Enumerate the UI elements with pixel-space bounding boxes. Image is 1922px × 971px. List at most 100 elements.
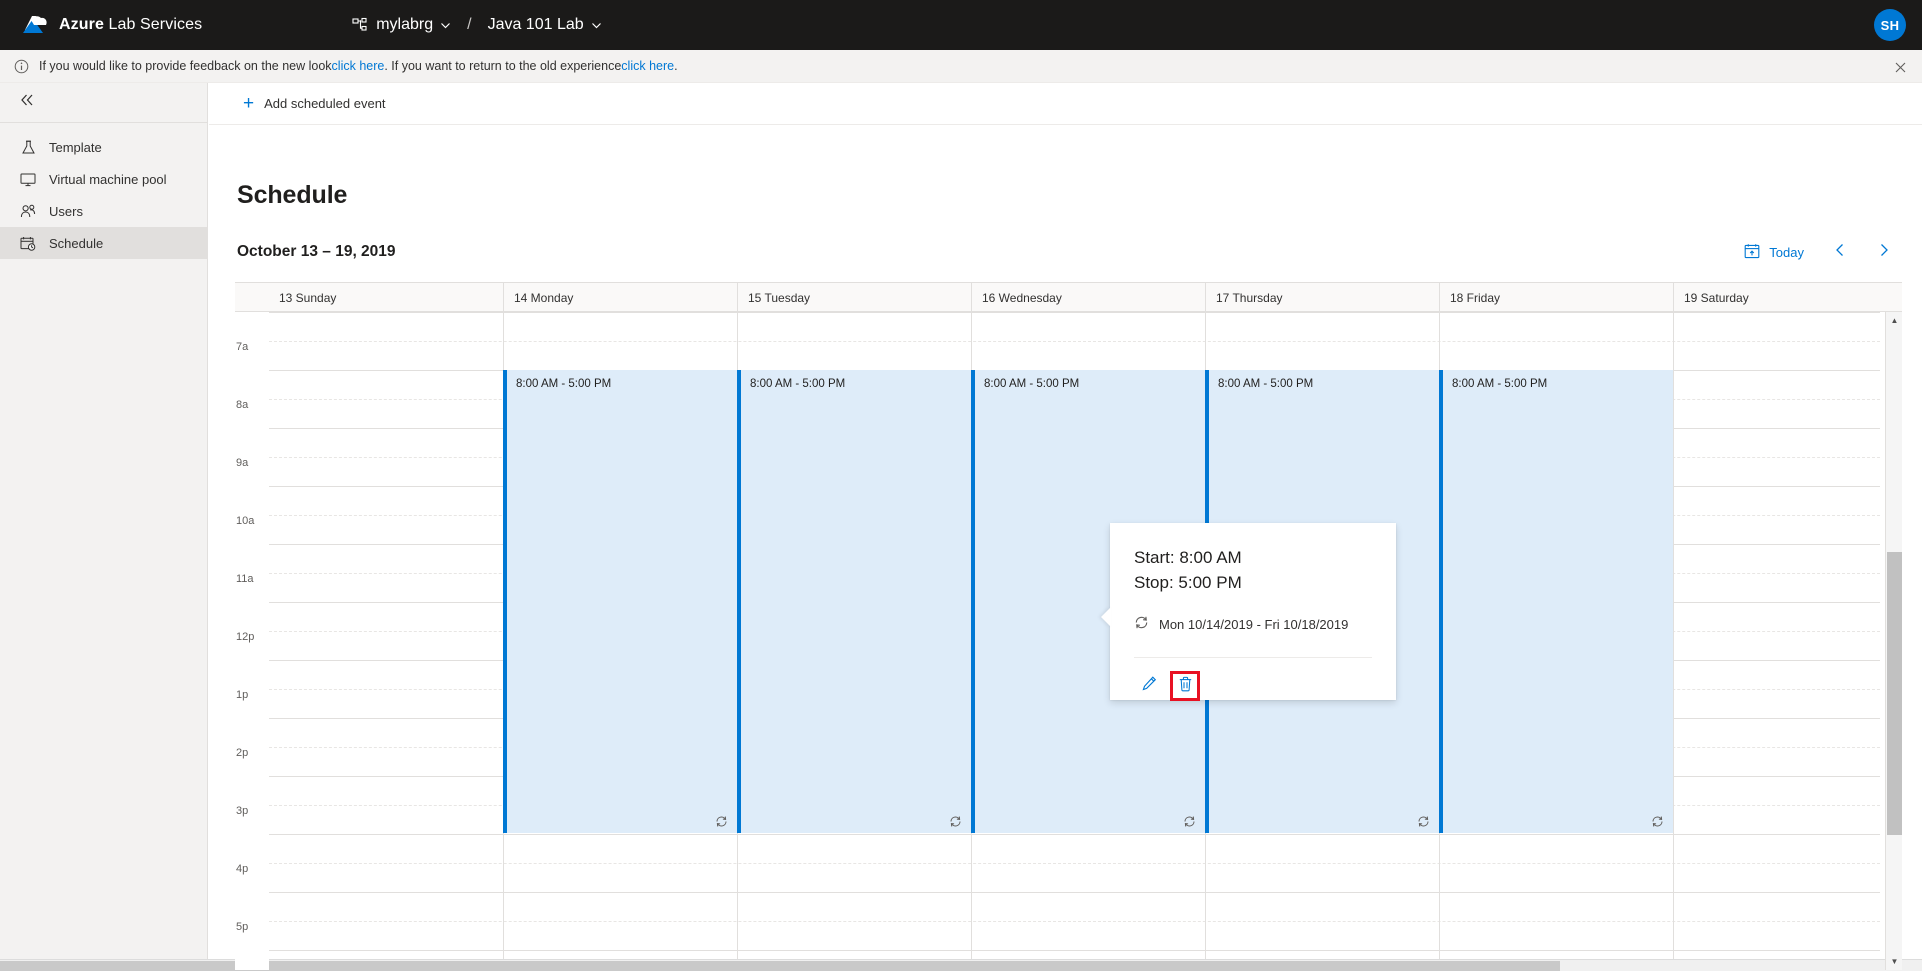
next-week-button[interactable] (1868, 236, 1900, 268)
flask-icon (19, 140, 37, 155)
calendar-day-headers: 13 Sunday 14 Monday 15 Tuesday 16 Wednes… (235, 283, 1902, 312)
sidebar-item-schedule[interactable]: Schedule (0, 227, 207, 259)
day-header-saturday[interactable]: 19 Saturday (1673, 283, 1907, 312)
brand-title-bold: Azure (59, 16, 104, 33)
today-button-label: Today (1769, 245, 1804, 260)
time-label: 11a (236, 573, 254, 585)
event-time-label: 8:00 AM - 5:00 PM (507, 370, 737, 390)
day-header-tuesday[interactable]: 15 Tuesday (737, 283, 971, 312)
day-header-thursday[interactable]: 17 Thursday (1205, 283, 1439, 312)
time-label: 5p (236, 921, 248, 933)
date-nav-controls: Today (1736, 236, 1900, 268)
scheduled-event-block[interactable]: 8:00 AM - 5:00 PM (737, 370, 971, 833)
time-label: 10a (236, 515, 254, 527)
breadcrumb: mylabrg / Java 101 Lab (352, 16, 601, 34)
date-navigation-row: October 13 – 19, 2019 Today (237, 236, 1900, 268)
breadcrumb-resource-group[interactable]: mylabrg (352, 16, 451, 34)
notification-text-2: . If you want to return to the old exper… (384, 59, 621, 73)
callout-divider (1134, 657, 1372, 658)
calendar-vertical-scrollbar[interactable]: ▲ ▼ (1885, 312, 1902, 970)
recurrence-icon (1651, 815, 1664, 828)
sidebar-item-label: Users (49, 204, 83, 219)
info-circle-icon (14, 59, 29, 74)
scroll-up-arrow-icon[interactable]: ▲ (1886, 312, 1902, 329)
close-icon[interactable] (1892, 59, 1908, 75)
today-button[interactable]: Today (1736, 238, 1812, 267)
chevron-down-icon (591, 20, 602, 31)
callout-recurrence-row: Mon 10/14/2019 - Fri 10/18/2019 (1134, 615, 1372, 633)
recurrence-icon (715, 815, 728, 828)
top-header-bar: Azure Lab Services mylabrg / Java 101 La… (0, 0, 1922, 50)
time-label: 1p (236, 689, 248, 701)
brand-title: Azure Lab Services (59, 16, 202, 34)
day-header-sunday[interactable]: 13 Sunday (269, 283, 503, 312)
page-horizontal-scrollbar[interactable] (0, 959, 1922, 971)
sidebar-item-label: Schedule (49, 236, 103, 251)
add-scheduled-event-label: Add scheduled event (264, 96, 385, 111)
time-label: 3p (236, 805, 248, 817)
notification-link-2[interactable]: click here (621, 59, 674, 73)
callout-stop-time: Stop: 5:00 PM (1134, 570, 1372, 595)
date-range-label: October 13 – 19, 2019 (237, 243, 396, 261)
scheduled-event-block[interactable]: 8:00 AM - 5:00 PM (1439, 370, 1673, 833)
event-details-callout: Start: 8:00 AM Stop: 5:00 PM Mon 10/14/2… (1110, 523, 1396, 700)
chevron-down-icon (440, 20, 451, 31)
main-content: + Add scheduled event Schedule October 1… (209, 83, 1922, 971)
time-label: 9a (236, 457, 248, 469)
page-scrollbar-thumb[interactable] (0, 961, 1560, 971)
time-label: 2p (236, 747, 248, 759)
sidebar-collapse-button[interactable] (0, 83, 207, 123)
notification-text-3: . (674, 59, 677, 73)
azure-cloud-logo-icon (22, 14, 48, 36)
plus-icon: + (243, 94, 254, 113)
sidebar-item-users[interactable]: Users (0, 195, 207, 227)
callout-action-buttons (1134, 671, 1372, 701)
scrollbar-thumb[interactable] (1887, 552, 1902, 835)
callout-start-time: Start: 8:00 AM (1134, 545, 1372, 570)
calendar-week-view: 13 Sunday 14 Monday 15 Tuesday 16 Wednes… (235, 282, 1902, 970)
delete-event-button[interactable] (1170, 671, 1200, 701)
users-icon (19, 204, 37, 219)
calendar-clock-icon (19, 236, 37, 251)
brand-logo-area[interactable]: Azure Lab Services (22, 14, 202, 36)
scroll-down-arrow-icon[interactable]: ▼ (1886, 953, 1902, 970)
resource-group-icon (352, 17, 368, 33)
chevron-left-icon (1833, 242, 1847, 263)
time-label: 12p (236, 631, 254, 643)
time-gutter: 7a 8a 9a 10a 11a 12p 1p 2p 3p 4p 5p 6p (235, 312, 269, 970)
sidebar-item-virtual-machine-pool[interactable]: Virtual machine pool (0, 163, 207, 195)
recurrence-icon (1134, 615, 1149, 633)
day-header-wednesday[interactable]: 16 Wednesday (971, 283, 1205, 312)
chevron-right-icon (1877, 242, 1891, 263)
event-time-label: 8:00 AM - 5:00 PM (741, 370, 971, 390)
breadcrumb-separator: / (467, 16, 471, 34)
avatar-initials: SH (1881, 18, 1900, 33)
sidebar-item-template[interactable]: Template (0, 131, 207, 163)
time-label: 4p (236, 863, 248, 875)
add-scheduled-event-button[interactable]: + Add scheduled event (237, 88, 392, 120)
breadcrumb-lab[interactable]: Java 101 Lab (488, 16, 602, 34)
scheduled-event-block[interactable]: 8:00 AM - 5:00 PM (503, 370, 737, 833)
calendar-today-icon (1744, 243, 1760, 262)
callout-content: Start: 8:00 AM Stop: 5:00 PM Mon 10/14/2… (1110, 523, 1396, 701)
previous-week-button[interactable] (1824, 236, 1856, 268)
recurrence-icon (949, 815, 962, 828)
double-chevron-left-icon (19, 93, 36, 112)
day-header-monday[interactable]: 14 Monday (503, 283, 737, 312)
day-header-friday[interactable]: 18 Friday (1439, 283, 1673, 312)
callout-recurrence-label: Mon 10/14/2019 - Fri 10/18/2019 (1159, 617, 1348, 632)
recurrence-icon (1417, 815, 1430, 828)
event-time-label: 8:00 AM - 5:00 PM (1209, 370, 1439, 390)
sidebar-item-label: Virtual machine pool (49, 172, 167, 187)
calendar-gutter-spacer (235, 283, 269, 312)
edit-event-button[interactable] (1134, 671, 1164, 701)
sidebar-item-label: Template (49, 140, 102, 155)
brand-title-rest: Lab Services (104, 16, 202, 33)
breadcrumb-lab-label: Java 101 Lab (488, 16, 584, 34)
event-time-label: 8:00 AM - 5:00 PM (975, 370, 1205, 390)
notification-link-1[interactable]: click here (332, 59, 385, 73)
avatar[interactable]: SH (1874, 9, 1906, 41)
notification-bar: If you would like to provide feedback on… (0, 50, 1922, 83)
page-title: Schedule (237, 181, 1922, 210)
calendar-body: 7a 8a 9a 10a 11a 12p 1p 2p 3p 4p 5p 6p (235, 312, 1902, 970)
